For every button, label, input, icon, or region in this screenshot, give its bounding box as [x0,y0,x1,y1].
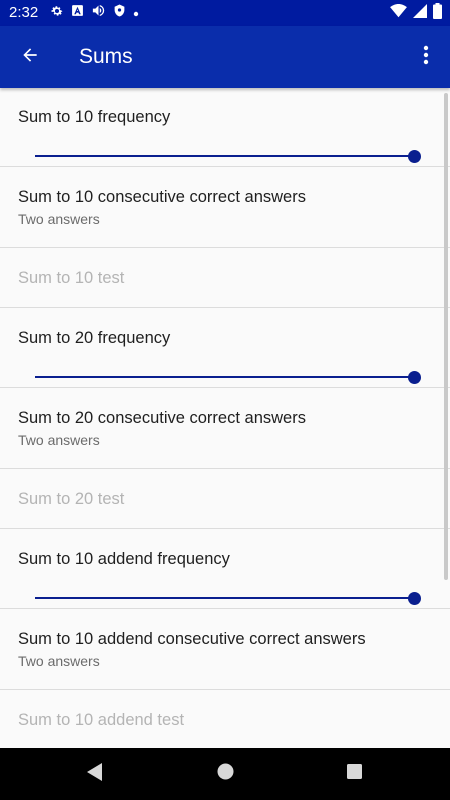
status-time: 2:32 [9,4,39,21]
app-bar: Sums [0,26,450,88]
pref-sum10-addend-test: Sum to 10 addend test [0,690,450,748]
preferences-list: Sum to 10 frequency Sum to 10 consecutiv… [0,88,450,748]
overflow-menu-button[interactable] [406,37,446,77]
scrollbar[interactable] [444,93,448,580]
nav-back-icon [87,762,103,786]
settings-icon [50,4,64,23]
status-icons-right [390,2,442,24]
pref-summary: Two answers [18,653,100,669]
battery-icon [433,2,442,24]
frequency-slider-track[interactable] [35,155,415,157]
frequency-slider-thumb[interactable] [408,370,421,384]
nav-home-button[interactable] [211,760,239,788]
pref-title: Sum to 10 test [18,269,125,287]
nav-home-icon [217,763,234,785]
nav-back-button[interactable] [81,760,109,788]
nav-recents-button[interactable] [340,760,368,788]
signal-icon [413,3,427,23]
pref-sum20-frequency[interactable]: Sum to 20 frequency [0,308,450,388]
shield-icon [113,3,126,23]
pref-sum10-consecutive[interactable]: Sum to 10 consecutive correct answers Tw… [0,167,450,248]
page-title: Sums [79,45,133,68]
pref-title: Sum to 10 addend frequency [18,550,230,568]
arrow-back-icon [20,45,40,70]
pref-title: Sum to 10 consecutive correct answers [18,188,306,206]
pref-summary: Two answers [18,432,100,448]
pref-sum10-addend-frequency[interactable]: Sum to 10 addend frequency [0,529,450,609]
system-nav-bar [0,748,450,800]
frequency-slider-thumb[interactable] [408,591,421,605]
frequency-slider-track[interactable] [35,376,415,378]
pref-title: Sum to 10 addend test [18,711,185,729]
wifi-icon [390,3,407,23]
pref-sum20-test: Sum to 20 test [0,469,450,529]
pref-sum20-consecutive[interactable]: Sum to 20 consecutive correct answers Tw… [0,388,450,469]
a-letter-icon [71,4,84,22]
pref-sum10-frequency[interactable]: Sum to 10 frequency [0,88,450,167]
pref-title: Sum to 10 addend consecutive correct ans… [18,630,366,648]
status-icons-left [50,3,139,23]
pref-title: Sum to 10 frequency [18,108,171,126]
pref-title: Sum to 20 frequency [18,329,171,347]
frequency-slider-thumb[interactable] [408,149,421,163]
pref-sum10-addend-consecutive[interactable]: Sum to 10 addend consecutive correct ans… [0,609,450,690]
status-bar: 2:32 [0,0,450,26]
nav-recents-icon [346,764,362,784]
pref-title: Sum to 20 consecutive correct answers [18,409,306,427]
pref-title: Sum to 20 test [18,490,125,508]
dot-icon [133,4,139,22]
frequency-slider-track[interactable] [35,597,415,599]
pref-sum10-test: Sum to 10 test [0,248,450,308]
more-vert-icon [423,45,429,70]
volume-icon [91,3,106,23]
pref-summary: Two answers [18,211,100,227]
back-button[interactable] [10,37,50,77]
